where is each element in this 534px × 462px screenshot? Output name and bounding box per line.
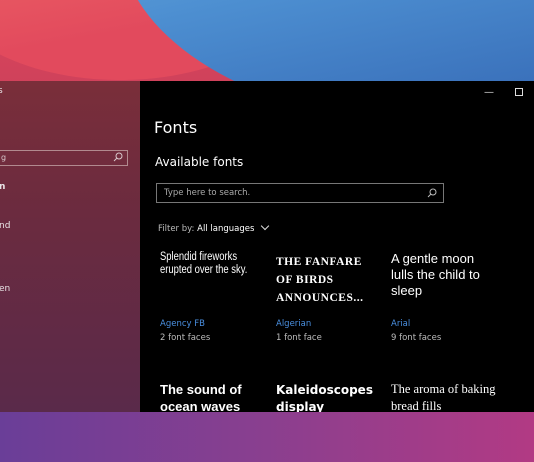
- nav-item-partial[interactable]: en: [0, 284, 10, 294]
- page-title: Fonts: [154, 118, 198, 137]
- font-name: Arial: [391, 319, 411, 329]
- filter-value[interactable]: All languages: [197, 224, 254, 234]
- font-face-count: 1 font face: [276, 333, 322, 343]
- nav-item-partial[interactable]: nd: [0, 221, 10, 231]
- font-card-algerian[interactable]: THE FANFARE OF BIRDS ANNOUNCES... Algeri…: [276, 253, 386, 353]
- font-sample: A gentle moon lulls the child to sleep: [391, 251, 480, 298]
- font-card[interactable]: The aroma of baking bread fills: [391, 381, 501, 412]
- font-name: Algerian: [276, 319, 312, 329]
- font-card[interactable]: Kaleidoscopes display: [276, 382, 386, 412]
- font-card-arial[interactable]: A gentle moon lulls the child to sleep A…: [391, 251, 501, 351]
- font-sample: The aroma of baking bread fills: [391, 382, 496, 412]
- section-title: Available fonts: [155, 155, 244, 169]
- wallpaper-bottom: [0, 412, 534, 462]
- font-sample: THE FANFARE OF BIRDS ANNOUNCES...: [276, 256, 364, 304]
- font-sample: Splendid fireworks erupted over the sky.: [160, 251, 248, 277]
- font-card[interactable]: The sound of ocean waves: [160, 381, 270, 412]
- settings-nav-pane: s g n nd en: [0, 81, 140, 412]
- font-sample: Kaleidoscopes display: [276, 383, 373, 412]
- font-card-agency-fb[interactable]: Splendid fireworks erupted over the sky.…: [160, 251, 270, 351]
- filter-label: Filter by:: [158, 224, 195, 234]
- nav-item-partial[interactable]: n: [0, 182, 5, 192]
- settings-search-input[interactable]: g: [0, 150, 128, 166]
- font-face-count: 9 font faces: [391, 333, 442, 343]
- nav-partial-glyph: s: [0, 86, 3, 96]
- font-face-count: 2 font faces: [160, 333, 211, 343]
- maximize-button[interactable]: [504, 81, 534, 103]
- maximize-icon: [515, 88, 523, 96]
- search-icon[interactable]: [113, 152, 123, 162]
- settings-search-placeholder: g: [1, 153, 7, 162]
- font-name: Agency FB: [160, 319, 205, 329]
- fonts-page: — Fonts Available fonts Type here to sea…: [140, 81, 534, 412]
- chevron-down-icon[interactable]: [260, 221, 270, 231]
- minimize-button[interactable]: —: [474, 81, 504, 103]
- language-filter[interactable]: Filter by: All languages: [158, 221, 270, 234]
- settings-window: s g n nd en — Fonts Available fonts Type…: [0, 81, 534, 412]
- font-sample: The sound of ocean waves: [160, 382, 242, 412]
- font-search-input[interactable]: Type here to search.: [156, 183, 444, 203]
- font-search-placeholder: Type here to search.: [164, 188, 251, 198]
- window-controls: —: [474, 81, 534, 103]
- search-icon[interactable]: [427, 188, 437, 198]
